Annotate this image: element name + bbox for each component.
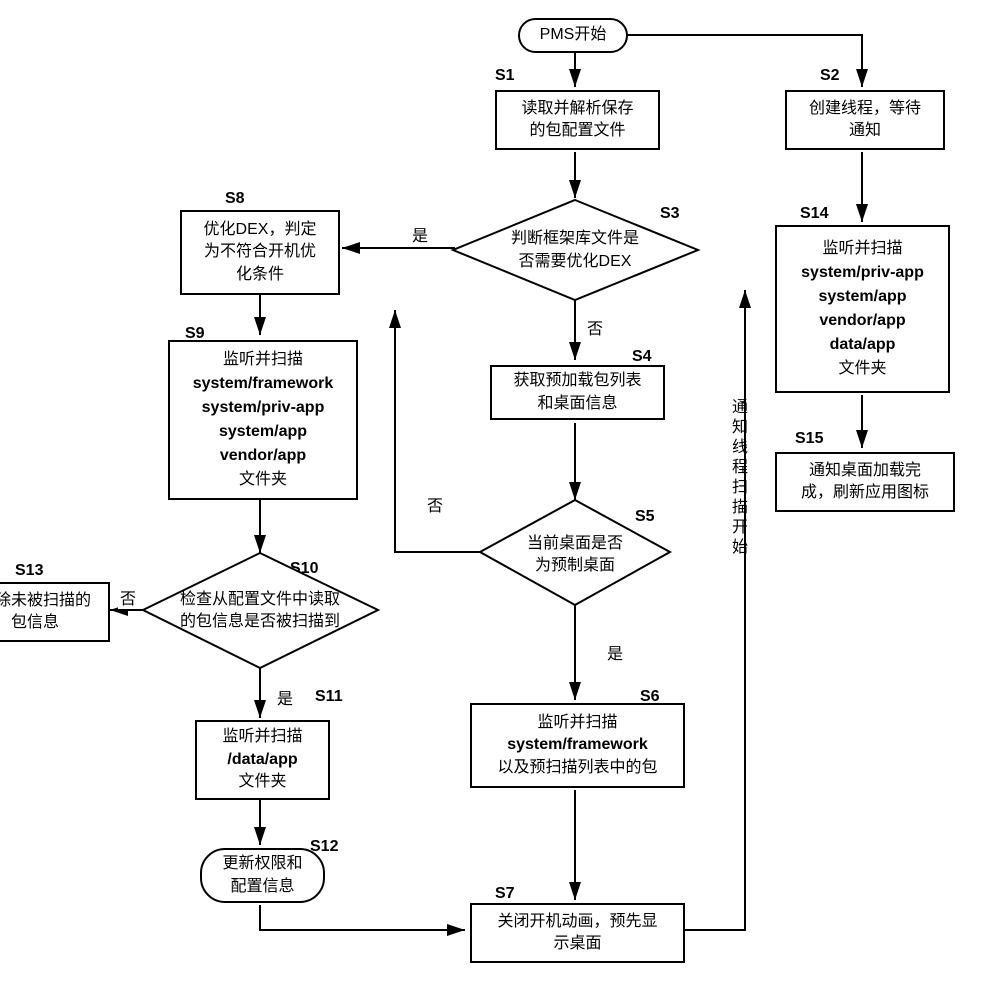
label-s11: S11 bbox=[315, 688, 343, 706]
label-s15: S15 bbox=[795, 430, 823, 448]
label-s1: S1 bbox=[495, 67, 515, 85]
s14-l6: 文件夹 bbox=[838, 357, 886, 381]
s9-l6: 文件夹 bbox=[239, 468, 287, 492]
s10-text: 检查从配置文件中读取 的包信息是否被扫描到 bbox=[160, 585, 360, 637]
node-s2: 创建线程，等待 通知 bbox=[785, 90, 945, 150]
s9-l5: vendor/app bbox=[220, 444, 306, 468]
s4-text: 获取预加载包列表 和桌面信息 bbox=[513, 370, 641, 415]
s14-l4: vendor/app bbox=[819, 309, 905, 333]
s5-yes: 是 bbox=[605, 640, 625, 664]
s14-l1: 监听并扫描 bbox=[822, 237, 902, 261]
s9-l1: 监听并扫描 bbox=[223, 348, 303, 372]
s10-yes: 是 bbox=[275, 685, 295, 709]
start-node: PMS开始 bbox=[518, 18, 628, 53]
s8-text: 优化DEX，判定 为不符合开机优 化条件 bbox=[204, 219, 317, 286]
start-text: PMS开始 bbox=[540, 24, 607, 46]
node-s12: 更新权限和 配置信息 bbox=[200, 848, 325, 903]
s3-text: 判断框架库文件是 否需要优化DEX bbox=[480, 223, 670, 278]
label-s7: S7 bbox=[495, 885, 515, 903]
node-s15: 通知桌面加载完 成，刷新应用图标 bbox=[775, 452, 955, 512]
node-s7: 关闭开机动画，预先显 示桌面 bbox=[470, 903, 685, 963]
s3-yes: 是 bbox=[410, 222, 430, 246]
node-s8: 优化DEX，判定 为不符合开机优 化条件 bbox=[180, 210, 340, 295]
s5-no: 否 bbox=[425, 492, 445, 516]
node-s9: 监听并扫描 system/framework system/priv-app s… bbox=[168, 340, 358, 500]
s10-no: 否 bbox=[118, 585, 138, 609]
s9-l3: system/priv-app bbox=[202, 396, 325, 420]
node-s11: 监听并扫描 /data/app 文件夹 bbox=[195, 720, 330, 800]
s15-text: 通知桌面加载完 成，刷新应用图标 bbox=[801, 460, 929, 505]
label-s4: S4 bbox=[632, 348, 652, 366]
s6-l1: 监听并扫描 bbox=[537, 712, 617, 734]
s11-l2: /data/app bbox=[227, 749, 297, 771]
node-s4: 获取预加载包列表 和桌面信息 bbox=[490, 365, 665, 420]
node-s1: 读取并解析保存 的包配置文件 bbox=[495, 90, 660, 150]
s9-l4: system/app bbox=[219, 420, 307, 444]
s13-text: 删除未被扫描的 包信息 bbox=[0, 590, 91, 635]
s14-l2: system/priv-app bbox=[801, 261, 924, 285]
label-s13: S13 bbox=[15, 562, 43, 580]
label-s14: S14 bbox=[800, 205, 828, 223]
s7-text: 关闭开机动画，预先显 示桌面 bbox=[497, 911, 657, 956]
s3-no: 否 bbox=[585, 315, 605, 339]
s14-l3: system/app bbox=[818, 285, 906, 309]
s11-l3: 文件夹 bbox=[238, 771, 286, 793]
s9-l2: system/framework bbox=[193, 372, 334, 396]
notify-label: 通知线程扫描开始 bbox=[725, 398, 749, 558]
s14-l5: data/app bbox=[830, 333, 896, 357]
s6-l3: 以及预扫描列表中的包 bbox=[497, 757, 657, 779]
s1-text: 读取并解析保存 的包配置文件 bbox=[521, 98, 633, 143]
node-s13: 删除未被扫描的 包信息 bbox=[0, 582, 110, 642]
s11-l1: 监听并扫描 bbox=[222, 726, 302, 748]
node-s6: 监听并扫描 system/framework 以及预扫描列表中的包 bbox=[470, 703, 685, 788]
s2-text: 创建线程，等待 通知 bbox=[809, 98, 921, 143]
label-s2: S2 bbox=[820, 67, 840, 85]
s5-text: 当前桌面是否 为预制桌面 bbox=[500, 530, 650, 580]
node-s14: 监听并扫描 system/priv-app system/app vendor/… bbox=[775, 225, 950, 393]
s12-text: 更新权限和 配置信息 bbox=[222, 853, 302, 898]
label-s8: S8 bbox=[225, 190, 245, 208]
s6-l2: system/framework bbox=[507, 734, 648, 756]
